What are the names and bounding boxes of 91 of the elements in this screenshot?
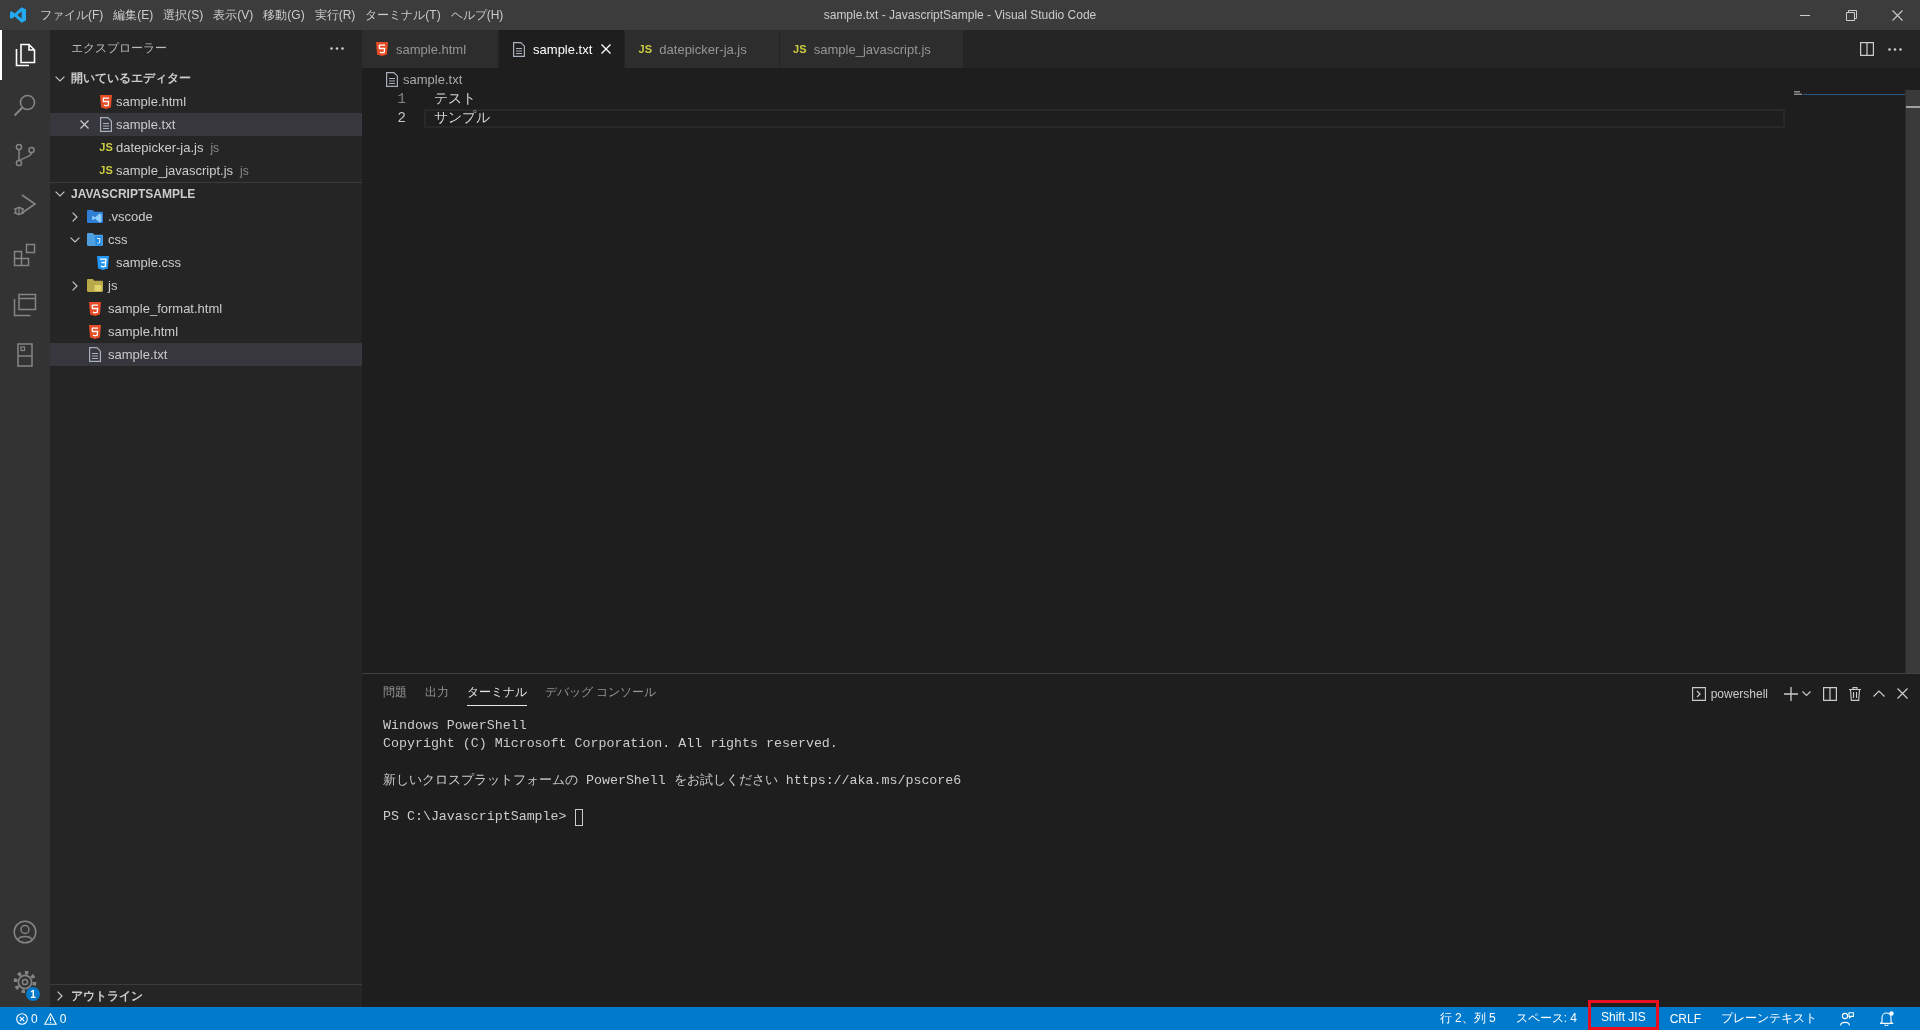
status-item[interactable]: スペース: 4 — [1506, 1007, 1586, 1030]
scrollbar-thumb[interactable] — [1906, 90, 1920, 673]
file-tree-item[interactable]: sample.txt — [50, 343, 362, 366]
terminal-line: Windows PowerShell — [383, 717, 527, 735]
status-item[interactable]: Shift JIS — [1587, 1000, 1659, 1030]
minimize-icon[interactable] — [1800, 14, 1810, 16]
play-bug-icon[interactable] — [13, 193, 37, 217]
file-tree-item[interactable]: js — [50, 274, 362, 297]
feedback-icon[interactable] — [1840, 1011, 1854, 1026]
file-description: js — [210, 140, 220, 155]
js-label: JS — [99, 165, 113, 176]
more-icon[interactable] — [330, 47, 344, 50]
panel-tab[interactable]: 問題 — [383, 681, 407, 706]
sidebar-title: エクスプローラー — [71, 40, 167, 57]
breadcrumb-item[interactable]: sample.txt — [384, 71, 463, 87]
branch-icon[interactable] — [13, 143, 37, 167]
chevron-right-icon[interactable] — [72, 211, 78, 222]
tablet-icon[interactable] — [16, 343, 34, 367]
chevron-up-icon[interactable] — [1873, 690, 1885, 697]
menu-item[interactable]: 表示(V) — [208, 0, 259, 30]
js-label: JS — [793, 43, 807, 55]
menu-item[interactable]: 編集(E) — [108, 0, 159, 30]
status-item[interactable]: プレーンテキスト — [1712, 1007, 1826, 1030]
terminal-line: 新しいクロスプラットフォームの PowerShell をお試しください https://aka.ms/pscore6 — [383, 771, 962, 790]
code-line: サンプル — [434, 111, 490, 126]
open-editor-item[interactable]: JS datepicker-ja.js js — [50, 136, 362, 159]
file-tree-item[interactable]: css — [50, 228, 362, 251]
terminal-prompt: PS C:\JavascriptSample> — [383, 808, 567, 827]
line-number: 2 — [397, 109, 406, 128]
js-label: JS — [638, 43, 653, 55]
open-editor-item[interactable]: sample.txt — [50, 113, 362, 136]
error-icon — [16, 1012, 28, 1025]
file-tree-item[interactable]: .vscode — [50, 205, 362, 228]
app-logo-icon — [9, 7, 26, 23]
file-description: js — [240, 163, 249, 178]
trash-icon[interactable] — [1849, 686, 1861, 701]
open-editor-item[interactable]: sample.html — [50, 90, 362, 113]
section-header[interactable]: 開いているエディター — [50, 67, 362, 90]
panel-tab[interactable]: 出力 — [425, 681, 449, 706]
menu-item[interactable]: 選択(S) — [158, 0, 209, 30]
notification-badge: 1 — [26, 987, 40, 1001]
chevron-down-icon[interactable] — [1802, 691, 1811, 696]
plus-icon[interactable] — [1784, 686, 1798, 701]
terminal-cursor — [574, 809, 583, 827]
close-icon[interactable] — [79, 120, 89, 129]
editor-tab[interactable]: sample.html — [362, 30, 500, 68]
warning-icon — [43, 1012, 57, 1025]
file-tree-item[interactable]: sample.html — [50, 320, 362, 343]
active-indicator — [0, 30, 2, 80]
chevron-down-icon[interactable] — [55, 191, 65, 197]
editor-tab[interactable]: sample.txt — [499, 30, 626, 68]
file-tree-item[interactable]: sample_format.html — [50, 297, 362, 320]
close-icon[interactable] — [1897, 688, 1908, 699]
stacked-windows-icon[interactable] — [13, 293, 37, 317]
notification-bell-icon[interactable] — [1880, 1011, 1894, 1026]
split-editor-icon[interactable] — [1860, 42, 1874, 56]
documents-icon[interactable] — [13, 43, 37, 67]
menu-item[interactable]: ファイル(F) — [35, 0, 109, 30]
chevron-down-icon[interactable] — [70, 236, 80, 243]
chevron-down-icon[interactable] — [55, 75, 65, 82]
split-icon[interactable] — [1823, 686, 1837, 701]
line-number: 1 — [397, 90, 406, 109]
panel-tab[interactable]: ターミナル — [467, 681, 527, 706]
terminal-selector[interactable]: powershell — [1691, 686, 1768, 701]
window-title: sample.txt - JavascriptSample - Visual Studio Code — [823, 8, 1097, 22]
editor-tab[interactable]: JS datepicker-ja.js — [625, 30, 780, 68]
open-editor-item[interactable]: JS sample_javascript.js js — [50, 159, 362, 182]
menu-item[interactable]: ターミナル(T) — [360, 0, 446, 30]
panel-tab[interactable]: デバッグ コンソール — [545, 681, 657, 706]
more-icon[interactable] — [1888, 47, 1902, 51]
js-label: JS — [99, 142, 113, 153]
search-icon[interactable] — [13, 93, 37, 117]
blocks-icon[interactable] — [13, 243, 37, 267]
editor-tab[interactable]: JS sample_javascript.js — [779, 30, 964, 68]
menu-item[interactable]: 移動(G) — [258, 0, 310, 30]
status-item[interactable]: CRLF — [1660, 1007, 1710, 1030]
status-item[interactable]: 行 2、列 5 — [1430, 1007, 1505, 1030]
problems-button[interactable]: 0 0 — [10, 1007, 76, 1030]
file-tree-item[interactable]: sample.css — [50, 251, 362, 274]
terminal-icon — [1691, 686, 1706, 701]
chevron-right-icon[interactable] — [72, 280, 78, 291]
chevron-right-icon[interactable] — [57, 991, 63, 1001]
person-icon[interactable] — [13, 920, 37, 944]
terminal-line: Copyright (C) Microsoft Corporation. All rights reserved. — [383, 735, 838, 754]
menu-item[interactable]: 実行(R) — [309, 0, 361, 30]
cursor-position-marker — [1906, 106, 1920, 108]
code-line: テスト — [434, 92, 476, 107]
restore-icon[interactable] — [1845, 9, 1857, 21]
menu-item[interactable]: ヘルプ(H) — [445, 0, 509, 30]
section-header[interactable]: JAVASCRIPTSAMPLE — [50, 182, 362, 205]
close-icon[interactable] — [1891, 9, 1903, 21]
